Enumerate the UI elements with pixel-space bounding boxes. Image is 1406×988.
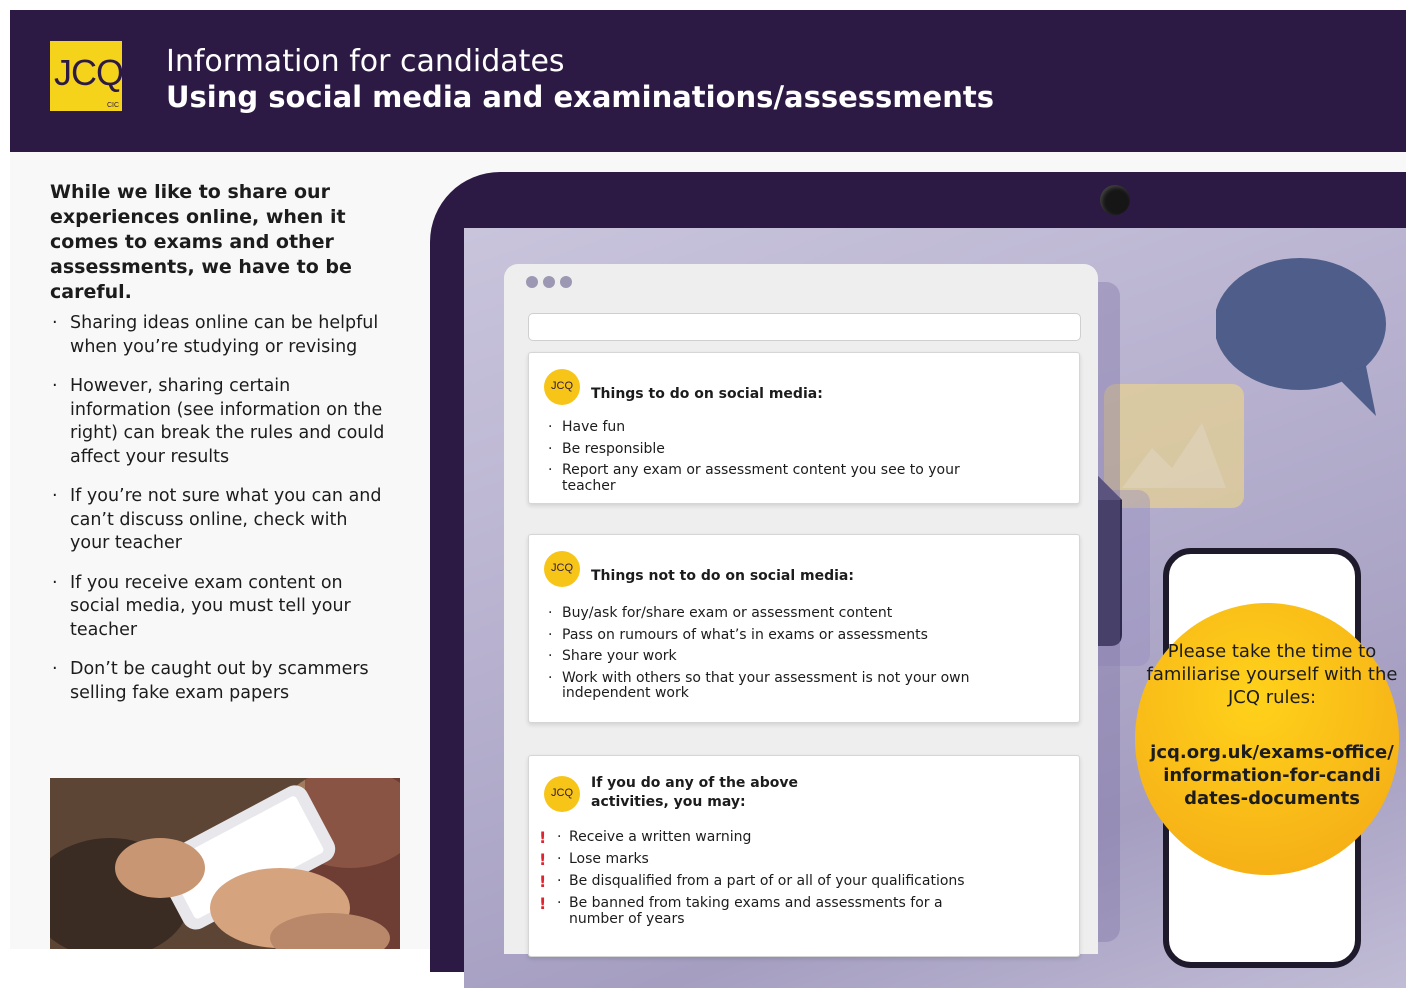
card-list-item: · Share your work <box>545 648 1045 665</box>
header-banner: JCQ CIC Information for candidates Using… <box>10 10 1406 152</box>
card-list-item-text: Report any exam or assessment content yo… <box>562 462 960 494</box>
window-dot-icon <box>560 276 572 288</box>
advice-list: · Sharing ideas online can be helpful whe… <box>50 312 390 721</box>
image-icon-graphic <box>1122 423 1226 488</box>
advice-item-text: If you receive exam content on social me… <box>70 572 351 640</box>
warning-icon: ! <box>539 850 547 869</box>
card-list-item-text: Be responsible <box>562 440 665 457</box>
bullet-icon: · <box>548 669 553 686</box>
cta-text: Please take the time to familiarise your… <box>1146 641 1398 708</box>
advice-item: · Don’t be caught out by scammers selling… <box>50 658 390 705</box>
card-list-item-text: Buy/ask for/share exam or assessment con… <box>562 605 893 621</box>
card-list-item-text: Be banned from taking exams and assessme… <box>569 895 943 927</box>
card-consequences: JCQ If you do any of the above activitie… <box>528 755 1080 957</box>
address-bar <box>528 313 1081 341</box>
cta-link-line: jcq.org.uk/exams-office/ <box>1150 742 1394 763</box>
advice-item-text: Sharing ideas online can be helpful when… <box>70 313 379 357</box>
warning-icon: ! <box>539 872 547 891</box>
card-list-item: · Be responsible <box>545 440 1045 458</box>
header-title: Using social media and examinations/asse… <box>166 80 994 114</box>
bullet-icon: · <box>557 851 562 867</box>
bullet-icon: · <box>548 440 553 457</box>
warning-icon: ! <box>539 828 547 847</box>
card-list-item-text: Receive a written warning <box>569 829 752 845</box>
phone-photo-illustration <box>50 778 400 949</box>
bullet-icon: · <box>52 572 58 593</box>
card-list-item: · Report any exam or assessment content y… <box>545 462 982 494</box>
webcam-icon <box>1100 185 1130 215</box>
cta-link-line: information-for-candi <box>1163 765 1381 786</box>
card-list-item-text: Be disqualified from a part of or all of… <box>569 873 965 889</box>
card-list: · Buy/ask for/share exam or assessment co… <box>545 605 1045 708</box>
advice-item-text: If you’re not sure what you can and can’… <box>70 486 382 553</box>
jcq-logo: JCQ CIC <box>50 41 124 111</box>
bullet-icon: · <box>557 895 562 911</box>
cta-link-line: dates-documents <box>1184 788 1360 809</box>
bullet-icon: · <box>52 486 58 506</box>
window-dot-icon <box>543 276 555 288</box>
card-list: · Have fun · Be responsible · Report any ex… <box>545 419 1045 500</box>
card-title: If you do any of the above activities, y… <box>591 775 799 810</box>
bullet-icon: · <box>557 829 562 845</box>
card-title: Things to do on social media: <box>591 386 823 402</box>
browser-window: JCQ Things to do on social media: · Have … <box>504 264 1098 957</box>
bullet-icon: · <box>52 376 58 396</box>
card-things-not-to-do: JCQ Things not to do on social media: · B… <box>528 534 1080 723</box>
bullet-icon: · <box>548 605 553 621</box>
cta-link[interactable]: jcq.org.uk/exams-office/ information-for… <box>1137 741 1406 810</box>
card-list-item-text: Have fun <box>562 419 626 435</box>
advice-item: · Sharing ideas online can be helpful whe… <box>50 312 390 359</box>
speech-bubble-icon <box>1216 258 1386 416</box>
card-things-to-do: JCQ Things to do on social media: · Have … <box>528 352 1080 504</box>
card-logo-icon: JCQ <box>544 369 580 405</box>
card-list-item-text: Share your work <box>562 648 677 664</box>
intro-text: While we like to share our experiences o… <box>50 181 352 303</box>
card-list-item: ! · Be disqualified from a part of or all … <box>539 873 1045 890</box>
card-list-item-text: Pass on rumours of what’s in exams or as… <box>562 626 928 643</box>
advice-item-text: However, sharing certain information (se… <box>70 376 385 467</box>
card-list-item-text: Lose marks <box>569 851 649 867</box>
card-logo-icon: JCQ <box>544 551 580 587</box>
window-controls <box>526 273 577 292</box>
card-list-item: · Buy/ask for/share exam or assessment co… <box>545 605 1045 622</box>
window-dot-icon <box>526 276 538 288</box>
bullet-icon: · <box>548 419 553 435</box>
card-title: Things not to do on social media: <box>591 568 854 584</box>
bullet-icon: · <box>52 659 58 679</box>
phone-hands-photo <box>50 778 400 949</box>
bullet-icon: · <box>548 462 553 478</box>
card-list-item: ! · Lose marks <box>539 851 1045 868</box>
bullet-icon: · <box>52 313 58 333</box>
card-list-item: · Pass on rumours of what’s in exams or a… <box>545 626 1045 644</box>
bullet-icon: · <box>548 626 553 643</box>
bullet-icon: · <box>557 873 562 889</box>
logo-subtext: CIC <box>106 102 119 109</box>
card-list-item: ! · Receive a written warning <box>539 829 1045 846</box>
logo-text: JCQ <box>54 52 124 93</box>
header-subtitle: Information for candidates <box>166 44 565 79</box>
card-list: ! · Receive a written warning ! · Lose marks… <box>539 829 1045 934</box>
warning-icon: ! <box>539 894 547 913</box>
advice-item: · If you’re not sure what you can and can… <box>50 485 390 556</box>
card-list-item: · Have fun <box>545 419 1045 436</box>
card-list-item: · Work with others so that your assessmen… <box>545 669 982 702</box>
advice-item-text: Don’t be caught out by scammers selling … <box>70 659 369 703</box>
card-logo-icon: JCQ <box>544 776 580 812</box>
card-list-item: ! · Be banned from taking exams and assess… <box>539 895 999 927</box>
bullet-icon: · <box>548 648 553 664</box>
advice-item: · If you receive exam content on social m… <box>50 572 390 643</box>
card-list-item-text: Work with others so that your assessment… <box>562 669 970 701</box>
advice-item: · However, sharing certain information (s… <box>50 375 390 469</box>
